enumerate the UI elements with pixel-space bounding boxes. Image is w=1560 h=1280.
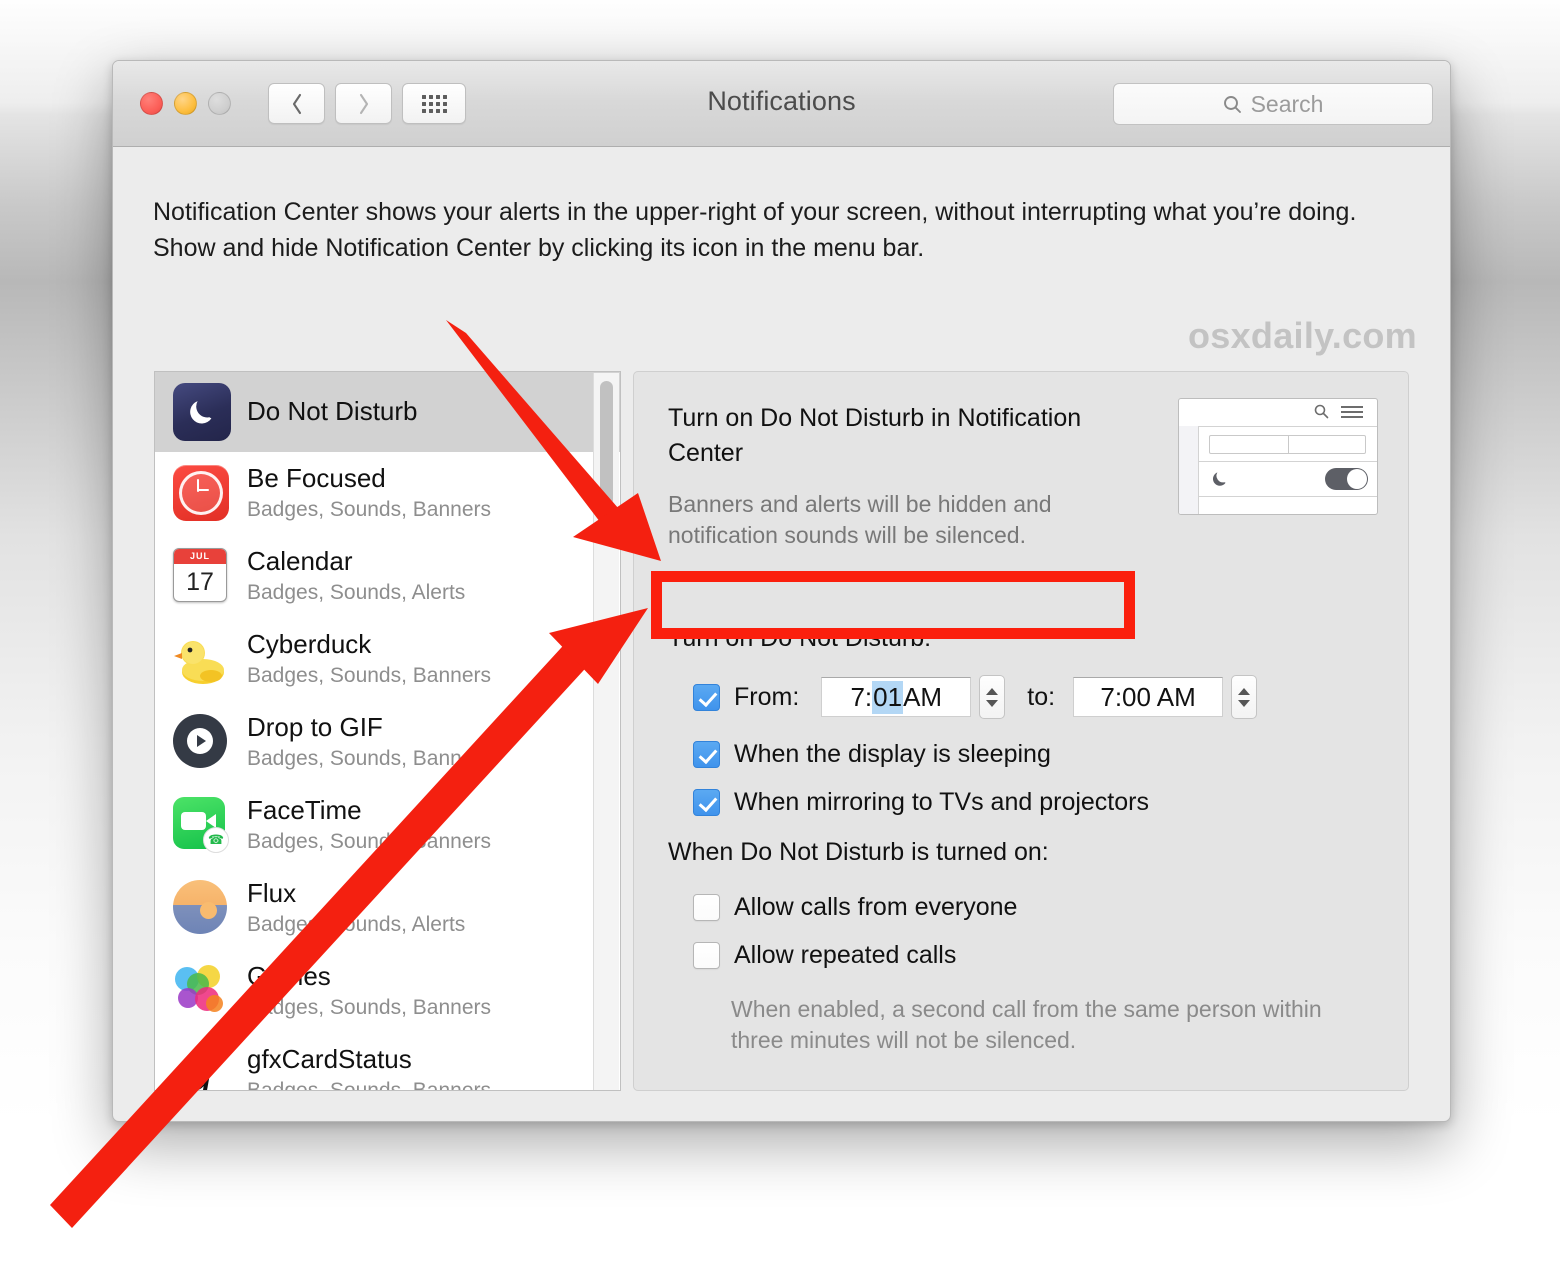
facetime-camera-icon: ☎ (173, 796, 231, 855)
app-name: Flux (247, 878, 297, 909)
app-name: Drop to GIF (247, 712, 383, 743)
from-time-suffix: AM (903, 681, 943, 712)
bottom-bar: Notification Center sort order: Recents … (113, 1115, 1450, 1121)
app-alert-styles: Badges, Sounds, Alerts (247, 913, 466, 937)
detail-heading: Turn on Do Not Disturb in Notification C… (668, 404, 1082, 467)
from-checkbox[interactable] (693, 683, 720, 711)
app-name: Cyberduck (247, 629, 372, 660)
app-alert-styles: Badges, Sounds, Banners (247, 830, 492, 854)
do-not-disturb-moon-icon (173, 383, 231, 441)
app-alert-styles: Badges, Sounds, Banners (247, 996, 492, 1020)
mirroring-label: When mirroring to TVs and projectors (734, 788, 1149, 816)
allow-calls-checkbox[interactable] (693, 894, 720, 921)
app-row-do-not-disturb[interactable]: Do Not Disturb (155, 372, 620, 452)
app-alert-styles: Badges, Sounds, Banners (247, 498, 492, 522)
app-row-gfxcardstatus[interactable]: g gfxCardStatus Badges, Sounds, Banners (155, 1033, 620, 1091)
calendar-icon: JUL 17 (173, 547, 231, 606)
app-row-flux[interactable]: Flux Badges, Sounds, Alerts (155, 867, 620, 950)
display-sleeping-row[interactable]: When the display is sleeping (693, 740, 1051, 769)
app-alert-styles: Badges, Sounds, Banners (247, 664, 492, 688)
app-row-games[interactable]: Games Badges, Sounds, Banners (155, 950, 620, 1033)
allow-calls-label: Allow calls from everyone (734, 893, 1018, 921)
app-alert-styles: Badges, Sounds, Alerts (247, 581, 466, 605)
search-icon (1223, 95, 1241, 113)
app-alert-styles: Badges, Sounds, Banners (247, 1079, 492, 1091)
preview-sidebar-rail (1179, 426, 1199, 514)
allow-calls-row[interactable]: Allow calls from everyone (693, 893, 1017, 922)
app-row-drop-to-gif[interactable]: Drop to GIF Badges, Sounds, Banners (155, 701, 620, 784)
app-row-be-focused[interactable]: Be Focused Badges, Sounds, Banners (155, 452, 620, 535)
to-time-field[interactable]: 7:00 AM (1073, 677, 1224, 717)
from-time-selected: 01 (872, 680, 904, 714)
from-time-row: From: 7: 01 AM to: 7:00 AM (693, 675, 1258, 719)
preview-segmented-control (1209, 435, 1366, 454)
games-balloons-icon (173, 963, 231, 1021)
to-time-value: 7:00 AM (1100, 681, 1196, 712)
app-row-facetime[interactable]: ☎ FaceTime Badges, Sounds, Banners (155, 784, 620, 867)
repeated-calls-label: Allow repeated calls (734, 941, 957, 969)
watermark: osxdaily.com (1187, 315, 1417, 356)
app-name: gfxCardStatus (247, 1044, 412, 1075)
highlight-box-display-sleeping (651, 571, 1135, 639)
repeated-calls-helper-text: When enabled, a second call from the sam… (731, 996, 1322, 1054)
app-row-cyberduck[interactable]: Cyberduck Badges, Sounds, Banners (155, 618, 620, 701)
search-placeholder: Search (1250, 90, 1324, 117)
window-titlebar: Notifications Search (113, 61, 1450, 147)
repeated-calls-checkbox[interactable] (693, 942, 720, 969)
from-time-prefix: 7: (850, 681, 873, 712)
app-name: Calendar (247, 546, 353, 577)
app-row-calendar[interactable]: JUL 17 Calendar Badges, Sounds, Alerts (155, 535, 620, 618)
flux-sunset-icon (173, 879, 231, 938)
app-alert-styles: Badges, Sounds, Banners (247, 747, 492, 771)
display-sleeping-checkbox[interactable] (693, 741, 720, 768)
display-sleeping-label: When the display is sleeping (734, 740, 1051, 768)
app-list-scrollbar[interactable] (593, 373, 619, 1090)
notification-center-preview (1178, 398, 1378, 515)
be-focused-clock-icon (173, 464, 231, 523)
cyberduck-duck-icon (173, 631, 231, 689)
from-time-stepper[interactable] (979, 675, 1006, 719)
repeated-calls-row[interactable]: Allow repeated calls (693, 941, 956, 970)
from-label: From: (734, 682, 800, 711)
mirroring-row[interactable]: When mirroring to TVs and projectors (693, 788, 1149, 817)
preview-list-icon (1341, 406, 1363, 421)
app-name: FaceTime (247, 795, 362, 826)
gfxcardstatus-g-icon: g (187, 1044, 213, 1091)
from-time-field[interactable]: 7: 01 AM (821, 677, 972, 717)
preview-search-icon (1314, 404, 1329, 419)
scrollbar-thumb[interactable] (600, 381, 613, 506)
intro-text: Notification Center shows your alerts in… (153, 198, 1357, 262)
calendar-day: 17 (186, 567, 214, 596)
detail-subtext: Banners and alerts will be hidden and no… (668, 491, 1052, 549)
preview-dnd-row (1198, 461, 1377, 497)
app-list-pane: Do Not Disturb Be Focused Badges, Sounds… (154, 371, 621, 1091)
search-field[interactable]: Search (1113, 83, 1433, 125)
drop-to-gif-play-icon (173, 713, 231, 772)
turned-on-heading: When Do Not Disturb is turned on: (668, 838, 1049, 866)
to-time-stepper[interactable] (1231, 675, 1258, 719)
preview-dnd-toggle (1325, 468, 1368, 490)
do-not-disturb-detail-pane: Turn on Do Not Disturb in Notification C… (633, 371, 1409, 1091)
to-label: to: (1027, 682, 1056, 711)
calendar-month: JUL (174, 548, 226, 564)
app-name: Be Focused (247, 463, 386, 494)
app-name: Games (247, 961, 331, 992)
preview-moon-icon (1212, 472, 1226, 486)
app-name: Do Not Disturb (247, 396, 418, 427)
app-list: Do Not Disturb Be Focused Badges, Sounds… (155, 372, 620, 1091)
mirroring-checkbox[interactable] (693, 789, 720, 816)
